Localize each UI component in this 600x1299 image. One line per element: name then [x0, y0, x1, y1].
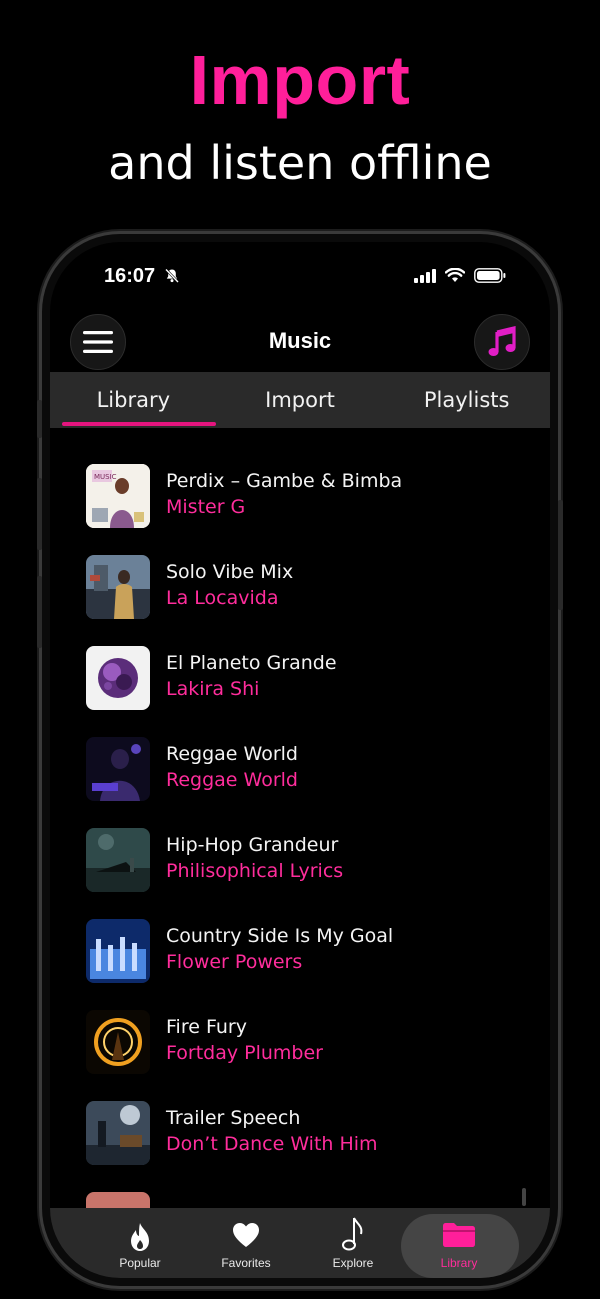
song-title: Trailer Speech	[166, 1107, 301, 1129]
song-artist: La Locavida	[166, 587, 279, 609]
scroll-indicator[interactable]	[522, 1188, 526, 1206]
song-artist: Fortday Plumber	[166, 1042, 323, 1064]
song-title: Hip-Hop Grandeur	[166, 834, 339, 856]
song-title: Solo Vibe Mix	[166, 561, 294, 583]
segment-tabs: Library Import Playlists	[50, 372, 550, 428]
song-list: MUSIC Perdix – Gambe & Bimba Mister G So…	[50, 428, 550, 1208]
list-item[interactable]: Solo Vibe Mix La Locavida	[86, 555, 526, 621]
song-title: Reggae World	[166, 743, 298, 765]
folder-icon	[443, 1223, 475, 1247]
nav-explore[interactable]: Explore	[303, 1208, 403, 1278]
nav-label: Explore	[332, 1256, 374, 1270]
phone-side-button	[37, 478, 42, 550]
song-artist: Flower Powers	[166, 951, 303, 973]
list-item[interactable]: Country Side Is My Goal Flower Powers	[86, 919, 526, 985]
phone-side-button	[37, 576, 42, 648]
song-artist: Philisophical Lyrics	[166, 860, 344, 882]
tab-active-indicator	[62, 422, 216, 426]
nav-favorites[interactable]: Favorites	[196, 1208, 296, 1278]
heart-icon	[233, 1223, 259, 1247]
bell-slash-icon	[165, 268, 179, 283]
nav-label: Popular	[119, 1256, 161, 1270]
album-cover	[86, 919, 150, 983]
tab-label: Import	[265, 388, 335, 412]
song-artist: Mister G	[166, 496, 246, 518]
song-title: El Planeto Grande	[166, 652, 337, 674]
song-artist: Reggae World	[166, 769, 298, 791]
nav-popular[interactable]: Popular	[90, 1208, 190, 1278]
list-item[interactable]: Trailer Speech Don’t Dance With Him	[86, 1101, 526, 1167]
list-item[interactable]: MUSIC Perdix – Gambe & Bimba Mister G	[86, 464, 526, 530]
song-title: Fire Fury	[166, 1016, 247, 1038]
music-note-icon	[488, 326, 516, 356]
album-cover	[86, 828, 150, 892]
album-cover	[86, 1010, 150, 1074]
nav-label: Favorites	[221, 1256, 271, 1270]
tab-label: Library	[96, 388, 171, 412]
wifi-icon	[445, 268, 465, 282]
phone-frame: 16:07 Music Library Import Playlists MUS…	[42, 234, 558, 1286]
battery-icon	[474, 268, 506, 283]
bottom-nav: Popular Favorites Explore Library	[50, 1208, 550, 1278]
music-note-icon	[342, 1217, 363, 1251]
album-cover	[86, 737, 150, 801]
song-title: Country Side Is My Goal	[166, 925, 394, 947]
tab-playlists[interactable]: Playlists	[383, 372, 550, 428]
music-button[interactable]	[474, 314, 530, 370]
album-cover: MUSIC	[86, 464, 150, 528]
song-artist: Lakira Shi	[166, 678, 260, 700]
list-item[interactable]: El Planeto Grande Lakira Shi	[86, 646, 526, 712]
list-item[interactable]: Fire Fury Fortday Plumber	[86, 1010, 526, 1076]
app-screen: 16:07 Music Library Import Playlists MUS…	[50, 242, 550, 1278]
album-cover	[86, 1101, 150, 1165]
tab-label: Playlists	[423, 388, 510, 412]
phone-side-button	[558, 500, 563, 610]
tab-import[interactable]: Import	[217, 372, 384, 428]
list-item[interactable]	[86, 1192, 526, 1208]
status-time: 16:07	[104, 265, 156, 287]
list-item[interactable]: Reggae World Reggae World	[86, 737, 526, 803]
status-icons	[414, 268, 506, 283]
album-cover	[86, 1192, 150, 1208]
promo-subline: and listen offline	[108, 136, 492, 190]
song-title: Perdix – Gambe & Bimba	[166, 470, 403, 492]
cellular-icon	[414, 268, 436, 283]
phone-side-button	[37, 400, 42, 438]
nav-label: Library	[440, 1256, 478, 1270]
list-item[interactable]: Hip-Hop Grandeur Philisophical Lyrics	[86, 828, 526, 894]
promo-headline: Import	[189, 41, 411, 119]
flame-icon	[131, 1223, 149, 1251]
album-cover	[86, 555, 150, 619]
nav-library[interactable]: Library	[401, 1208, 519, 1278]
album-cover	[86, 646, 150, 710]
song-artist: Don’t Dance With Him	[166, 1133, 378, 1155]
svg-text:MUSIC: MUSIC	[94, 473, 117, 481]
tab-library[interactable]: Library	[50, 372, 217, 428]
